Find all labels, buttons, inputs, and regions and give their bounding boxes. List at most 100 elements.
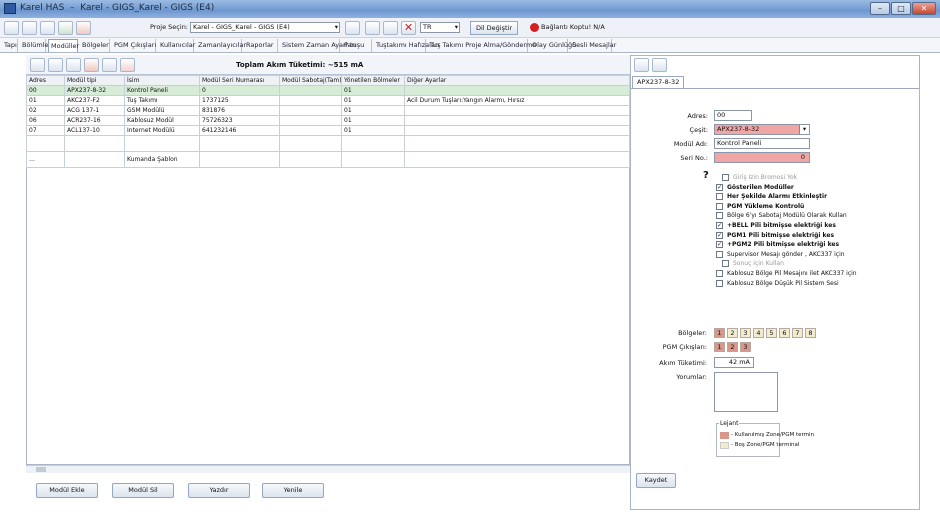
table-cell[interactable] — [341, 151, 405, 168]
table-cell[interactable]: Tuş Takımı — [124, 95, 200, 106]
option-checkbox[interactable]: PGM Yükleme Kontrolü — [716, 202, 804, 210]
tab-0[interactable]: Tapı — [2, 39, 18, 52]
pgm-cell[interactable]: 1 — [714, 342, 725, 352]
table-cell[interactable]: 01 — [341, 105, 405, 116]
table-cell[interactable]: GSM Modülü — [124, 105, 200, 116]
tab-5[interactable]: Kullanıcılar — [158, 39, 195, 52]
paste-icon[interactable] — [48, 58, 63, 72]
add-module-button[interactable]: Modül Ekle — [36, 483, 98, 498]
table-cell[interactable]: Kumanda Şablon — [124, 151, 200, 168]
disconnect-icon[interactable]: ✕ — [401, 21, 416, 35]
column-header[interactable]: Modül tipi — [64, 75, 125, 86]
table-cell[interactable]: 01 — [341, 85, 405, 96]
tab-3[interactable]: Bölgeler — [80, 39, 110, 52]
connect-icon[interactable] — [383, 21, 398, 35]
table-cell[interactable]: Internet Modülü — [124, 125, 200, 136]
table-cell[interactable] — [279, 95, 342, 106]
checkbox-box[interactable]: ✓ — [716, 183, 723, 191]
option-checkbox[interactable]: ✓ +PGM2 Pili bitmişse elektriği kes — [716, 241, 839, 249]
tab-7[interactable]: Raporlar — [244, 39, 278, 52]
download-icon[interactable] — [58, 21, 73, 35]
address-field[interactable]: 00 — [714, 110, 752, 121]
zone-cell[interactable]: 8 — [805, 328, 816, 338]
table-cell[interactable]: 07 — [26, 125, 65, 136]
save-icon[interactable] — [22, 21, 37, 35]
table-cell[interactable] — [64, 151, 125, 168]
zone-cell[interactable]: 1 — [714, 328, 725, 338]
table-row[interactable]: 07 ACL137-10 Internet Modülü 641232146 01 — [26, 125, 630, 136]
checkbox-box[interactable] — [722, 260, 729, 268]
table-cell[interactable]: 02 — [26, 105, 65, 116]
horizontal-scrollbar[interactable] — [26, 465, 630, 473]
tab-1[interactable]: Bölümler — [20, 39, 51, 52]
column-header[interactable]: Modül Seri Numarası — [199, 75, 280, 86]
save-button[interactable]: Kaydet — [636, 473, 676, 488]
option-checkbox[interactable]: Supervisor Mesajı gönder , AKC337 için — [716, 250, 845, 258]
checkbox-box[interactable] — [716, 250, 723, 258]
table-cell[interactable] — [124, 135, 200, 152]
tab-11[interactable]: Tuş Takımı Proje Alma/Gönderme — [428, 39, 536, 52]
zone-cell[interactable]: 5 — [766, 328, 777, 338]
option-checkbox[interactable]: Sonuç için Kullan — [722, 260, 784, 268]
tab-2[interactable]: Modüller — [48, 39, 79, 52]
print-button[interactable]: Yazdır — [188, 483, 250, 498]
delete-row-icon[interactable] — [84, 58, 99, 72]
table-cell[interactable] — [279, 151, 342, 168]
table-cell[interactable] — [64, 135, 125, 152]
table-cell[interactable]: Kontrol Paneli — [124, 85, 200, 96]
checkbox-box[interactable]: ✓ — [716, 241, 723, 249]
table-row[interactable]: 00 APX237-8-32 Kontrol Paneli 0 01 — [26, 85, 630, 96]
grid-icon[interactable] — [66, 58, 81, 72]
table-cell[interactable]: ACG 137-1 — [64, 105, 125, 116]
table-cell[interactable]: 0 — [199, 85, 280, 96]
option-checkbox[interactable]: Giriş Izin Bromosi Yok — [722, 174, 797, 181]
close-button[interactable]: ✕ — [912, 2, 936, 15]
table-cell[interactable] — [404, 151, 630, 168]
column-header[interactable]: İsim — [124, 75, 200, 86]
table-cell[interactable] — [26, 135, 65, 152]
serial-field[interactable]: 0 — [714, 152, 810, 163]
table-cell[interactable] — [279, 85, 342, 96]
upload-icon[interactable] — [76, 21, 91, 35]
table-cell[interactable]: 01 — [341, 115, 405, 126]
project-select[interactable]: Karel - GIGS_Karel - GIGS (E4) ▾ — [190, 22, 340, 33]
tab-10[interactable]: Tuştakımı Hafızaları — [374, 39, 439, 52]
checkbox-box[interactable] — [716, 202, 723, 210]
tab-8[interactable]: Sistem Zaman Ayarları — [280, 39, 356, 52]
table-cell[interactable] — [404, 135, 630, 152]
checkbox-box[interactable] — [722, 174, 729, 181]
checkbox-box[interactable] — [716, 193, 723, 201]
minimize-button[interactable]: – — [870, 2, 890, 15]
column-header[interactable]: Adres — [26, 75, 65, 86]
table-cell[interactable]: 01 — [26, 95, 65, 106]
pgm-cell[interactable]: 3 — [740, 342, 751, 352]
table-cell[interactable]: Kablosuz Modül — [124, 115, 200, 126]
table-cell[interactable]: 1737125 — [199, 95, 280, 106]
copy-icon[interactable] — [30, 58, 45, 72]
table-cell[interactable] — [199, 135, 280, 152]
table-cell[interactable] — [279, 115, 342, 126]
table-cell[interactable]: Acil Durum Tuşları:Yangın Alarmı, Hırsız — [404, 95, 630, 106]
zone-cell[interactable]: 7 — [792, 328, 803, 338]
table-cell[interactable]: 831876 — [199, 105, 280, 116]
delete-module-button[interactable]: Modül Sil — [112, 483, 174, 498]
table-cell[interactable] — [404, 85, 630, 96]
table-cell[interactable]: 75726323 — [199, 115, 280, 126]
checkbox-box[interactable]: ✓ — [716, 222, 723, 229]
table-cell[interactable] — [404, 115, 630, 126]
option-checkbox[interactable]: ✓ Gösterilen Modüller — [716, 183, 794, 191]
language-select[interactable]: TR ▾ — [420, 22, 460, 33]
tab-13[interactable]: Sesli Mesajlar — [570, 39, 616, 52]
table-cell[interactable]: … — [26, 151, 65, 168]
refresh-button[interactable]: Yenile — [262, 483, 324, 498]
zone-cell[interactable]: 2 — [727, 328, 738, 338]
table-cell[interactable]: 01 — [341, 95, 405, 106]
table-cell[interactable] — [279, 125, 342, 136]
refresh-icon[interactable] — [652, 58, 667, 72]
table-row[interactable]: 06 ACR237-16 Kablosuz Modül 75726323 01 — [26, 115, 630, 126]
table-cell[interactable] — [199, 151, 280, 168]
option-checkbox[interactable]: Bölge 6'yı Sabotaj Modülü Olarak Kullan — [716, 212, 847, 220]
calendar-icon[interactable] — [120, 58, 135, 72]
table-cell[interactable]: 641232146 — [199, 125, 280, 136]
tab-12[interactable]: Olay Günlüğü — [530, 39, 576, 52]
